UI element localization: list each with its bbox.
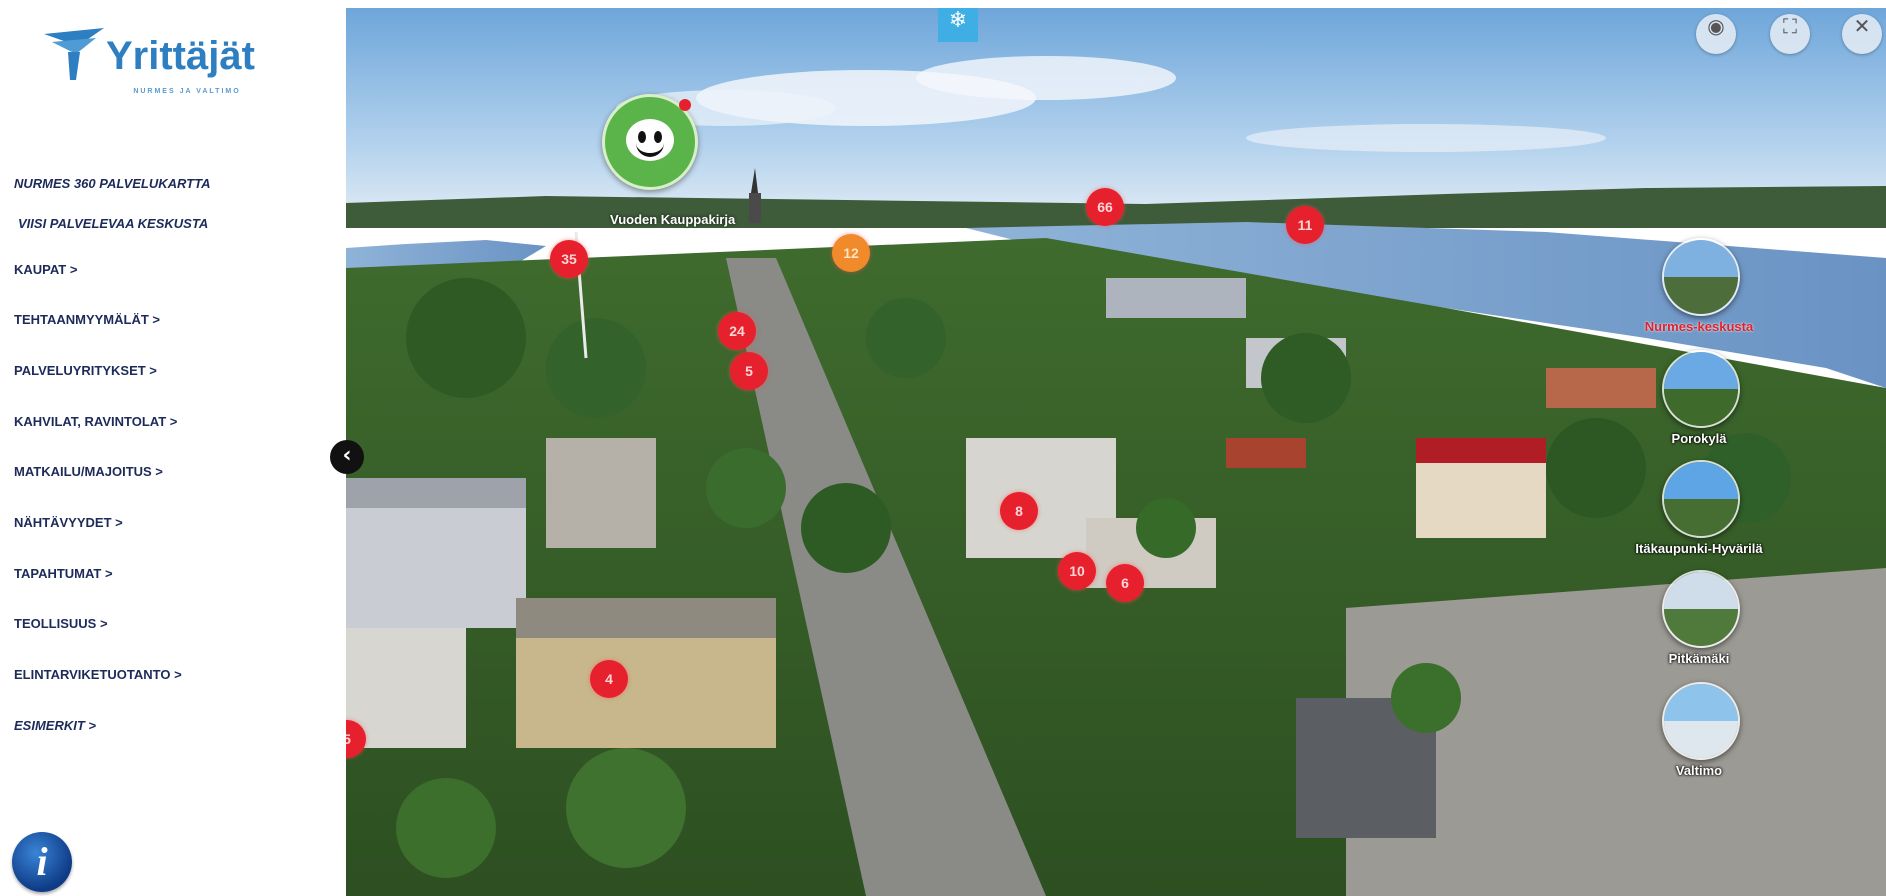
pano-ground [1664,277,1738,314]
menu-item-palveluyritykset[interactable]: PALVELUYRITYKSET > [14,363,157,387]
map-marker-orange[interactable]: 12 [832,234,870,272]
panorama-viewer[interactable]: Vuoden Kauppakirja 35 24 5 66 11 8 10 6 … [346,8,1886,896]
pano-ground [1664,609,1738,646]
menu-item-esimerkit[interactable]: ESIMERKIT > [14,718,96,742]
pano-thumb-porokyla[interactable] [1662,350,1740,428]
map-marker[interactable]: 6 [1106,564,1144,602]
pano-thumb-nurmes-keskusta[interactable] [1662,238,1740,316]
smiley-mascot-icon[interactable] [602,94,698,190]
map-marker[interactable]: 11 [1286,206,1324,244]
pano-sky [1664,240,1738,277]
logo-tagline: NURMES JA VALTIMO [133,88,241,95]
menu-item-matkailu-majoitus[interactable]: MATKAILU/MAJOITUS > [14,464,163,488]
menu-item-elintarviketuotanto[interactable]: ELINTARVIKETUOTANTO > [14,667,182,691]
pano-label-pitkamaki[interactable]: Pitkämäki [1599,651,1799,666]
yrittajat-logo[interactable]: Yrittäjät NURMES JA VALTIMO [44,24,274,104]
pano-sky [1664,684,1738,721]
mascot-notification-dot [679,99,691,111]
snowflake-icon[interactable]: ❄ [938,8,978,42]
menu-item-viisi-keskusta[interactable]: VIISI PALVELEVAA KESKUSTA [18,216,208,240]
map-marker[interactable]: 35 [550,240,588,278]
menu-item-tehtaanmyymalat[interactable]: TEHTAANMYYMÄLÄT > [14,312,160,336]
pano-ground [1664,499,1738,536]
pano-sky [1664,352,1738,389]
map-marker[interactable]: 66 [1086,188,1124,226]
vr-icon[interactable]: ◉ [1696,14,1736,54]
close-icon[interactable]: ✕ [1842,14,1882,54]
pano-ground [1664,721,1738,758]
map-marker[interactable]: 10 [1058,552,1096,590]
mascot-mouth [636,143,664,157]
pano-thumb-pitkamaki[interactable] [1662,570,1740,648]
menu-item-kaupat[interactable]: KAUPAT > [14,262,77,286]
collapse-sidebar-icon[interactable]: ‹ [330,440,364,474]
menu-item-kahvilat-ravintolat[interactable]: KAHVILAT, RAVINTOLAT > [14,414,177,438]
pano-thumb-valtimo[interactable] [1662,682,1740,760]
info-icon[interactable]: i [12,832,72,892]
pano-sky [1664,572,1738,609]
mascot-eye [638,131,646,143]
pano-label-valtimo[interactable]: Valtimo [1599,763,1799,778]
pano-ground [1664,389,1738,426]
menu-item-teollisuus[interactable]: TEOLLISUUS > [14,616,108,640]
fullscreen-icon[interactable]: ⛶ [1770,14,1810,54]
yrittajat-logo-mark-icon [44,28,104,80]
pano-label-nurmes-keskusta[interactable]: Nurmes-keskusta [1599,319,1799,334]
menu-item-nahtavyydet[interactable]: NÄHTÄVYYDET > [14,515,123,539]
map-marker[interactable]: 24 [718,312,756,350]
menu-item-tapahtumat[interactable]: TAPAHTUMAT > [14,566,113,590]
poi-label[interactable]: Vuoden Kauppakirja [610,212,735,227]
sidebar: Yrittäjät NURMES JA VALTIMO NURMES 360 P… [0,0,346,896]
mascot-eye [654,131,662,143]
pano-thumb-itakaupunki-hyvarila[interactable] [1662,460,1740,538]
map-marker[interactable]: 5 [730,352,768,390]
pano-label-itakaupunki-hyvarila[interactable]: Itäkaupunki-Hyvärilä [1599,541,1799,556]
menu-item-palvelukartta[interactable]: NURMES 360 PALVELUKARTTA [14,176,210,200]
logo-brand-text: Yrittäjät [106,34,255,78]
mascot-face [626,119,674,161]
map-marker[interactable]: 8 [1000,492,1038,530]
map-marker[interactable]: 4 [590,660,628,698]
pano-sky [1664,462,1738,499]
pano-label-porokyla[interactable]: Porokylä [1599,431,1799,446]
